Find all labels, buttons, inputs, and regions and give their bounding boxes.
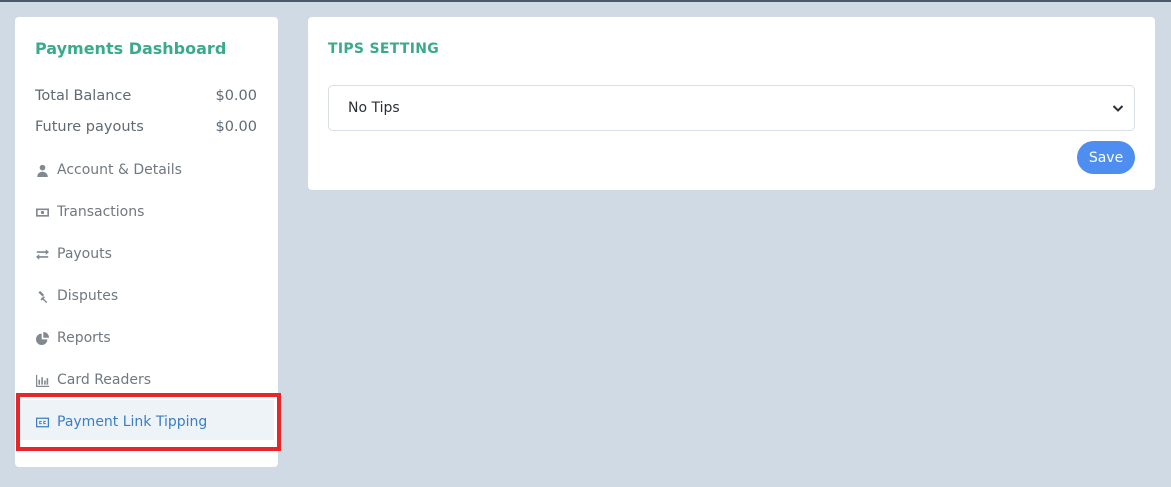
sidebar-item-reports[interactable]: Reports <box>35 327 263 349</box>
bar-chart-icon <box>35 373 49 387</box>
future-payouts-row: Future payouts $0.00 <box>35 119 257 135</box>
user-icon <box>35 163 49 177</box>
pie-chart-icon <box>35 331 49 345</box>
chevron-down-icon <box>1112 105 1124 112</box>
sidebar-title: Payments Dashboard <box>35 39 227 58</box>
cc-icon <box>35 415 49 429</box>
tips-select-value: No Tips <box>348 100 400 116</box>
sidebar-item-label: Card Readers <box>57 372 152 388</box>
sidebar-item-label: Account & Details <box>57 162 182 178</box>
sidebar-item-disputes[interactable]: Disputes <box>35 285 263 307</box>
total-balance-label: Total Balance <box>35 88 132 104</box>
sidebar-item-payouts[interactable]: Payouts <box>35 243 263 265</box>
future-payouts-label: Future payouts <box>35 119 144 135</box>
top-border <box>0 0 1171 2</box>
money-icon <box>35 205 49 219</box>
sidebar-item-label: Payouts <box>57 246 112 262</box>
total-balance-row: Total Balance $0.00 <box>35 88 257 104</box>
tips-select[interactable]: No Tips <box>328 85 1135 131</box>
card-title: TIPS SETTING <box>328 41 440 57</box>
sidebar-item-label: Transactions <box>57 204 145 220</box>
gavel-icon <box>35 289 49 303</box>
exchange-icon <box>35 247 49 261</box>
future-payouts-value: $0.00 <box>215 119 257 135</box>
sidebar-item-account-details[interactable]: Account & Details <box>35 159 263 181</box>
total-balance-value: $0.00 <box>215 88 257 104</box>
save-button[interactable]: Save <box>1077 141 1135 174</box>
payments-sidebar: Payments Dashboard Total Balance $0.00 F… <box>15 17 278 467</box>
sidebar-item-card-readers[interactable]: Card Readers <box>35 369 263 391</box>
sidebar-item-label: Reports <box>57 330 111 346</box>
tips-setting-card: TIPS SETTING No Tips Save <box>308 17 1155 190</box>
sidebar-item-label: Payment Link Tipping <box>57 414 208 430</box>
sidebar-item-transactions[interactable]: Transactions <box>35 201 263 223</box>
sidebar-item-label: Disputes <box>57 288 119 304</box>
sidebar-item-payment-link-tipping[interactable]: Payment Link Tipping <box>35 411 263 433</box>
